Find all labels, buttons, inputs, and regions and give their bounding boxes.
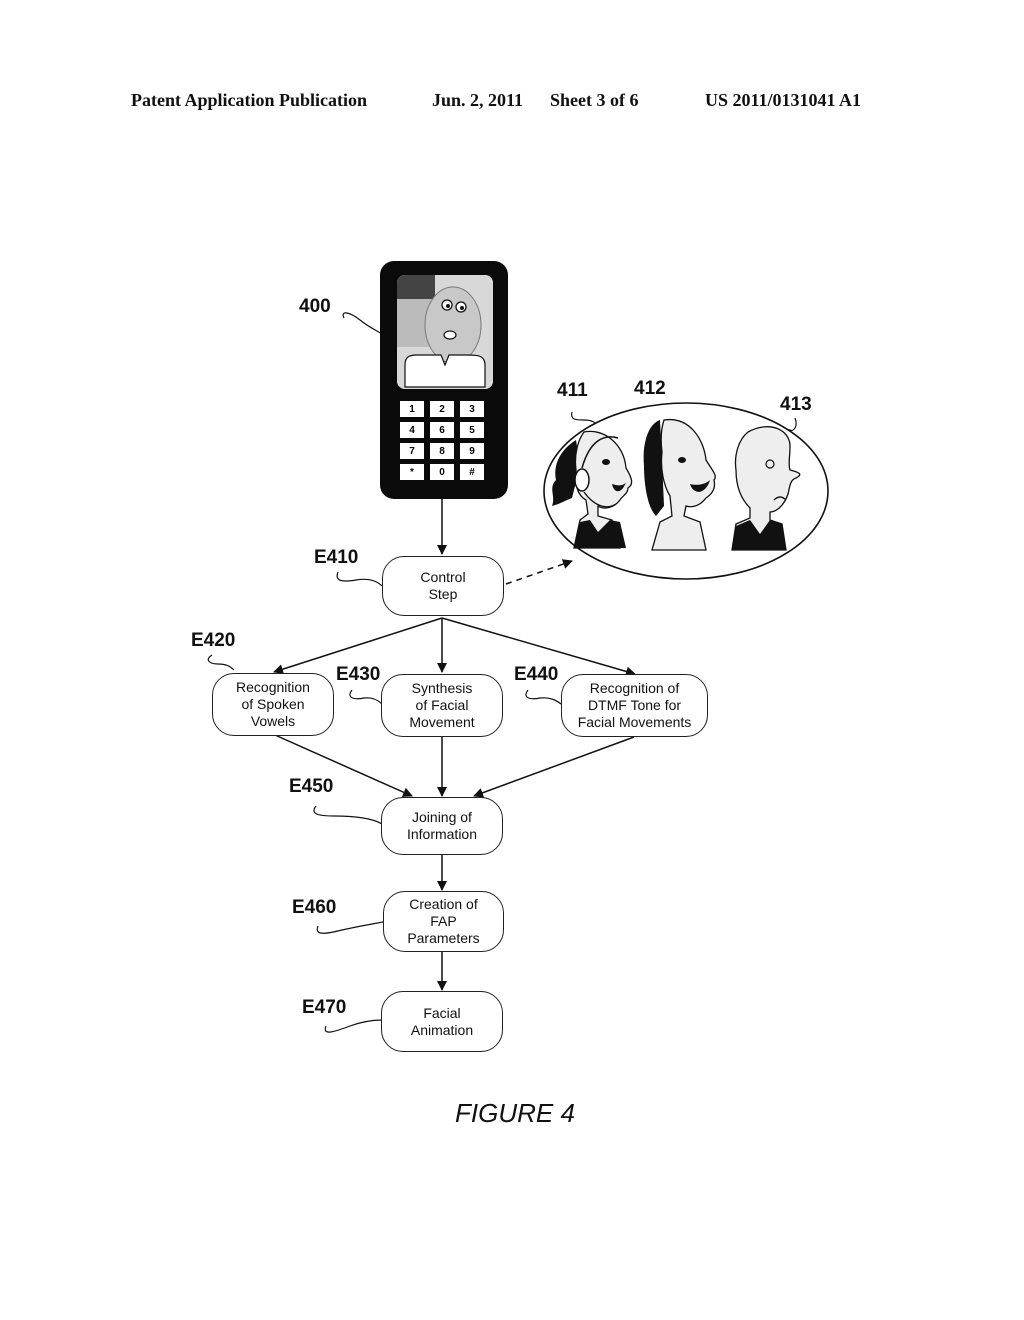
step-text: Animation (410, 1021, 474, 1038)
leader-e470 (324, 1019, 383, 1033)
ref-411: 411 (557, 380, 588, 401)
ref-413: 413 (780, 394, 812, 415)
key-4: 4 (400, 422, 424, 438)
ref-400: 400 (299, 296, 331, 317)
key-hash: # (460, 464, 484, 480)
phone-keypad: 1 2 3 4 6 5 7 8 9 * 0 # (400, 401, 488, 480)
step-e430-facial-synthesis: Synthesis of Facial Movement (381, 674, 503, 737)
step-text: Parameters (407, 930, 480, 946)
leader-e460 (316, 921, 384, 934)
ref-e460: E460 (292, 897, 337, 918)
leader-e420 (207, 654, 235, 671)
step-e440-dtmf-recognition: Recognition of DTMF Tone for Facial Moveme… (561, 674, 708, 737)
key-1: 1 (400, 401, 424, 417)
step-text: Joining of (412, 809, 472, 825)
key-7: 7 (400, 443, 424, 459)
ref-e440: E440 (514, 664, 559, 685)
key-star: * (400, 464, 424, 480)
key-6: 5 (460, 422, 484, 438)
step-text: of Facial (415, 697, 469, 713)
step-text: Vowels (250, 713, 296, 729)
step-text: Synthesis (411, 680, 473, 696)
step-text: Recognition (236, 679, 310, 695)
key-9: 9 (460, 443, 484, 459)
step-e460-fap-parameters: Creation of FAP Parameters (383, 891, 504, 952)
step-text: Facial Movements (577, 714, 692, 730)
step-text: Step (428, 586, 458, 602)
step-text: Control (420, 569, 466, 585)
leader-e450 (313, 805, 383, 825)
leader-e410 (336, 571, 383, 587)
phone-avatar-face-icon (397, 275, 493, 389)
ref-412: 412 (634, 378, 666, 399)
step-text: DTMF Tone for (587, 697, 682, 713)
leader-e440 (525, 689, 562, 705)
step-e410-control-step: Control Step (382, 556, 504, 616)
step-text: Creation of (409, 896, 478, 912)
mobile-phone-icon: 1 2 3 4 6 5 7 8 9 * 0 # (380, 261, 508, 499)
ref-e450: E450 (289, 776, 334, 797)
step-e450-joining-information: Joining of Information (381, 797, 503, 855)
figure-caption: FIGURE 4 (455, 1098, 575, 1128)
arrow-e440-to-e450 (473, 736, 635, 798)
step-text: Information (406, 826, 478, 842)
step-text: of Spoken (241, 696, 305, 712)
ref-e410: E410 (314, 547, 359, 568)
key-5: 6 (430, 422, 454, 438)
key-3: 3 (460, 401, 484, 417)
dashed-arrow-e410-to-avatars (505, 559, 573, 585)
step-text: FAP (430, 913, 457, 929)
step-e470-facial-animation: Facial Animation (381, 991, 503, 1052)
leader-400 (342, 312, 383, 335)
leader-e430 (349, 689, 383, 705)
step-e420-spoken-vowels: Recognition of Spoken Vowels (212, 673, 334, 736)
step-text: Recognition of (589, 680, 680, 696)
ref-e470: E470 (302, 997, 347, 1018)
step-text: Facial (423, 1004, 461, 1021)
ref-e430: E430 (336, 664, 381, 685)
key-2: 2 (430, 401, 454, 417)
ref-e420: E420 (191, 630, 236, 651)
phone-screen-avatar-icon (397, 275, 493, 389)
key-8: 8 (430, 443, 454, 459)
key-0: 0 (430, 464, 454, 480)
step-text: Movement (409, 714, 475, 730)
